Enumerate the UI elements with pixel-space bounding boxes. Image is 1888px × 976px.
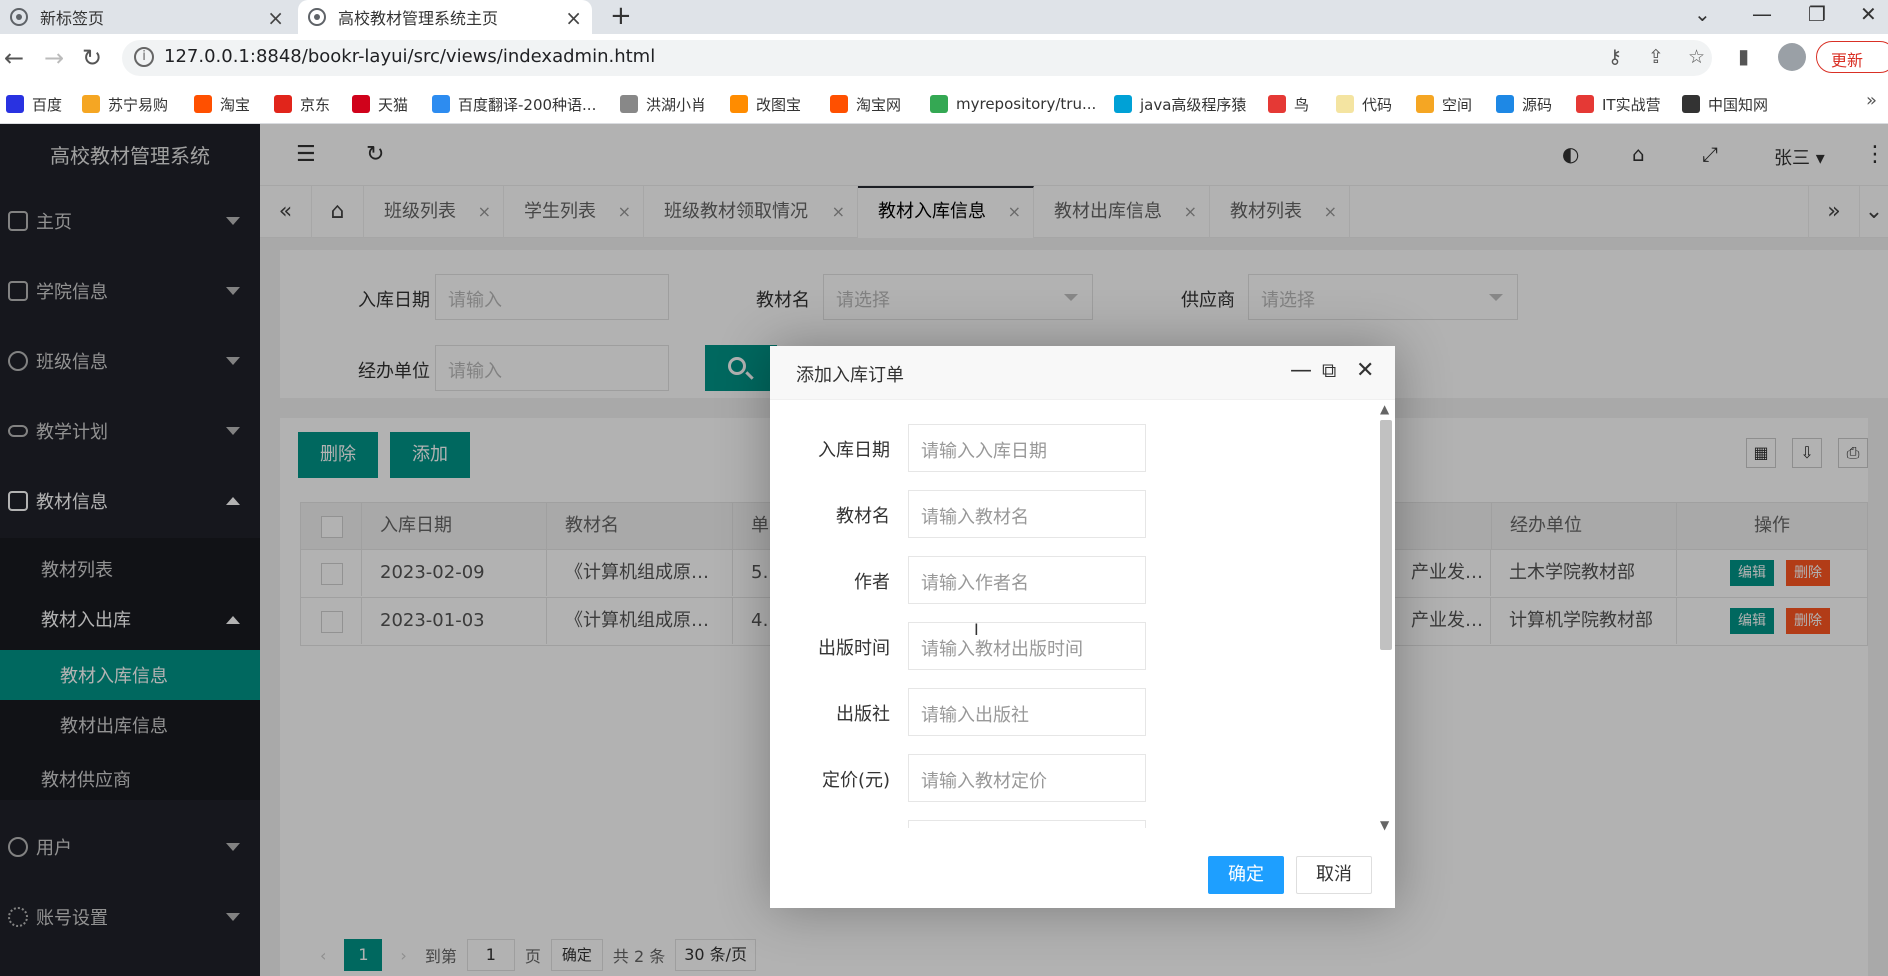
bookmarks-more-icon[interactable]: » (1866, 90, 1877, 111)
text-cursor-icon: I (974, 620, 979, 639)
field-label: 入库日期 (818, 440, 890, 461)
bookmark-item[interactable]: myrepository/tru... (930, 92, 1096, 116)
bookmark-item[interactable]: 淘宝网 (830, 92, 901, 116)
back-icon[interactable]: ← (4, 44, 24, 72)
url-text[interactable]: 127.0.0.1:8848/bookr-layui/src/views/ind… (164, 46, 655, 67)
bookmark-item[interactable]: IT实战营 (1576, 92, 1661, 116)
bird-icon (1268, 95, 1286, 113)
field-label: 定价(元) (821, 770, 890, 791)
bookmark-item[interactable]: 淘宝 (194, 92, 250, 116)
minimize-icon[interactable]: — (1290, 358, 1312, 383)
jd-icon (274, 95, 292, 113)
share-icon[interactable]: ⇪ (1648, 46, 1664, 68)
author-input[interactable]: 请输入作者名 (908, 556, 1146, 604)
update-button[interactable]: 更新 (1816, 41, 1888, 73)
tab-search-icon[interactable]: ⌄ (1694, 2, 1711, 26)
image-icon (730, 95, 748, 113)
bookmark-item[interactable]: 百度 (6, 92, 62, 116)
bookmark-item[interactable]: 鸟 (1268, 92, 1309, 116)
address-bar-row: ← → ↻ i 127.0.0.1:8848/bookr-layui/src/v… (0, 34, 1888, 84)
omnibox[interactable]: i 127.0.0.1:8848/bookr-layui/src/views/i… (122, 40, 1712, 76)
bookmark-item[interactable]: 空间 (1416, 92, 1472, 116)
bookmark-item[interactable]: 中国知网 (1682, 92, 1768, 116)
taobao-icon (830, 95, 848, 113)
translate-icon (432, 95, 450, 113)
browser-tab-title: 新标签页 (40, 9, 105, 28)
browser-tab-strip: 新标签页 × 高校教材管理系统主页 × + ⌄ — ❐ ✕ (0, 0, 1888, 34)
bookmark-item[interactable]: 百度翻译-200种语... (432, 92, 596, 116)
confirm-button[interactable]: 确定 (1208, 856, 1284, 894)
field-label: 教材名 (836, 506, 890, 527)
globe-icon (308, 8, 326, 26)
bookmark-item[interactable]: java高级程序猿 (1114, 92, 1246, 116)
bookmark-item[interactable]: 改图宝 (730, 92, 801, 116)
profile-avatar-icon[interactable] (1778, 43, 1806, 71)
maximize-icon[interactable]: ⧉ (1322, 358, 1336, 382)
bookmark-item[interactable]: 京东 (274, 92, 330, 116)
bookmark-item[interactable]: 洪湖小肖 (620, 92, 706, 116)
close-window-button[interactable]: ✕ (1860, 2, 1877, 26)
next-field-input[interactable] (908, 820, 1146, 828)
close-tab-icon[interactable]: × (565, 6, 582, 30)
site-info-icon[interactable]: i (134, 47, 154, 67)
publisher-input[interactable]: 请输入出版社 (908, 688, 1146, 736)
dialog-form: 入库日期 请输入入库日期 教材名 请输入教材名 作者 请输入作者名 出版时间 请… (770, 400, 1395, 828)
code-icon (1336, 95, 1354, 113)
scroll-up-icon[interactable]: ▲ (1380, 402, 1389, 416)
dialog-title: 添加入库订单 (796, 365, 904, 386)
bookmark-item[interactable]: 天猫 (352, 92, 408, 116)
browser-tab-title: 高校教材管理系统主页 (338, 9, 499, 28)
key-icon[interactable]: ⚷ (1608, 46, 1622, 68)
minimize-button[interactable]: — (1752, 2, 1772, 26)
close-tab-icon[interactable]: × (267, 6, 284, 30)
source-icon (1496, 95, 1514, 113)
book-name-input[interactable]: 请输入教材名 (908, 490, 1146, 538)
scroll-thumb[interactable] (1380, 420, 1392, 650)
qzone-icon (1416, 95, 1434, 113)
bookmarks-bar: 百度 苏宁易购 淘宝 京东 天猫 百度翻译-200种语... 洪湖小肖 改图宝 … (0, 84, 1888, 124)
bookmark-item[interactable]: 苏宁易购 (82, 92, 168, 116)
field-label: 作者 (854, 572, 890, 593)
person-icon (620, 95, 638, 113)
cnki-icon (1682, 95, 1700, 113)
new-tab-button[interactable]: + (610, 1, 632, 31)
forward-icon[interactable]: → (44, 44, 64, 72)
bilibili-icon (1114, 95, 1132, 113)
suning-icon (82, 95, 100, 113)
price-input[interactable]: 请输入教材定价 (908, 754, 1146, 802)
scroll-down-icon[interactable]: ▼ (1380, 818, 1389, 832)
star-icon[interactable]: ☆ (1688, 46, 1705, 68)
chrome-icon (10, 8, 28, 26)
publish-date-input[interactable]: 请输入教材出版时间 (908, 622, 1146, 670)
side-panel-icon[interactable]: ▮ (1738, 44, 1749, 68)
browser-tab-new[interactable]: 新标签页 × (0, 0, 294, 34)
chrome-icon (930, 95, 948, 113)
field-label: 出版时间 (818, 638, 890, 659)
close-icon[interactable]: ✕ (1356, 358, 1374, 383)
taobao-icon (194, 95, 212, 113)
bookmark-item[interactable]: 代码 (1336, 92, 1392, 116)
tmall-icon (352, 95, 370, 113)
bookmark-item[interactable]: 源码 (1496, 92, 1552, 116)
cancel-button[interactable]: 取消 (1296, 856, 1372, 894)
restore-button[interactable]: ❐ (1808, 2, 1826, 26)
add-inbound-dialog: 添加入库订单 — ⧉ ✕ 入库日期 请输入入库日期 教材名 请输入教材名 作者 … (770, 346, 1395, 908)
it-icon (1576, 95, 1594, 113)
dialog-header: 添加入库订单 — ⧉ ✕ (770, 346, 1395, 400)
reload-icon[interactable]: ↻ (82, 44, 102, 72)
field-label: 出版社 (836, 704, 890, 725)
inbound-date-input[interactable]: 请输入入库日期 (908, 424, 1146, 472)
baidu-icon (6, 95, 24, 113)
browser-tab-active[interactable]: 高校教材管理系统主页 × (298, 0, 592, 34)
dialog-scrollbar[interactable]: ▲ ▼ (1376, 402, 1394, 834)
